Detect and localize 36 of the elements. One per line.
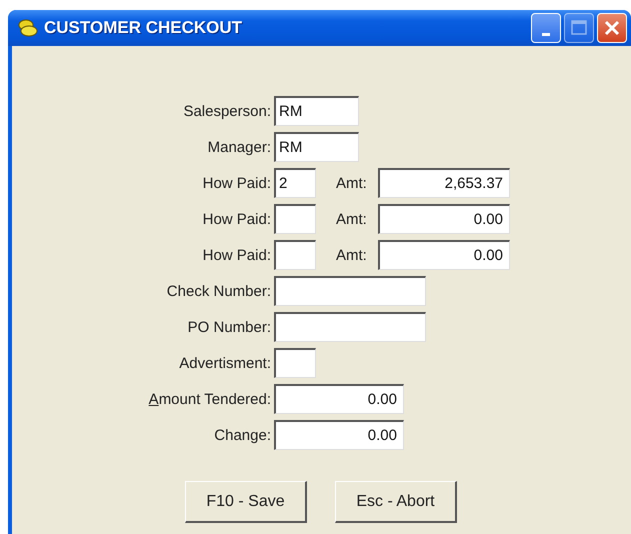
- field-label: How Paid:: [202, 246, 272, 264]
- input-field[interactable]: 0.00: [274, 384, 404, 414]
- save-button[interactable]: F10 - Save: [185, 481, 307, 523]
- input-field[interactable]: RM: [274, 96, 359, 126]
- window-title: CUSTOMER CHECKOUT: [44, 18, 242, 38]
- input-field[interactable]: [274, 240, 316, 270]
- field-label: Salesperson:: [182, 102, 272, 120]
- input-field[interactable]: 0.00: [378, 240, 510, 270]
- minimize-button[interactable]: [531, 13, 561, 43]
- field-label: Amount Tendered:: [148, 390, 272, 408]
- input-field[interactable]: 2: [274, 168, 316, 198]
- field-label: How Paid:: [202, 174, 272, 192]
- input-field[interactable]: RM: [274, 132, 359, 162]
- abort-button[interactable]: Esc - Abort: [335, 481, 457, 523]
- close-icon: [604, 20, 620, 36]
- field-label: Check Number:: [166, 282, 272, 300]
- minimize-icon: [542, 32, 550, 36]
- field-label: Manager:: [206, 138, 272, 156]
- maximize-button[interactable]: [564, 13, 594, 43]
- field-label: Amt:: [336, 174, 368, 192]
- field-label: Change:: [213, 426, 272, 444]
- input-field[interactable]: [274, 312, 426, 342]
- input-field[interactable]: 0.00: [378, 204, 510, 234]
- maximize-icon: [571, 20, 587, 36]
- input-field[interactable]: [274, 204, 316, 234]
- input-field[interactable]: [274, 348, 316, 378]
- input-field[interactable]: 0.00: [274, 420, 404, 450]
- close-button[interactable]: [597, 13, 627, 43]
- input-field[interactable]: [274, 276, 426, 306]
- app-icon: [16, 18, 38, 38]
- field-label: PO Number:: [186, 318, 272, 336]
- field-label: Amt:: [336, 246, 368, 264]
- input-field[interactable]: 2,653.37: [378, 168, 510, 198]
- field-label: Advertisment:: [178, 354, 272, 372]
- field-label: How Paid:: [202, 210, 272, 228]
- field-label: Amt:: [336, 210, 368, 228]
